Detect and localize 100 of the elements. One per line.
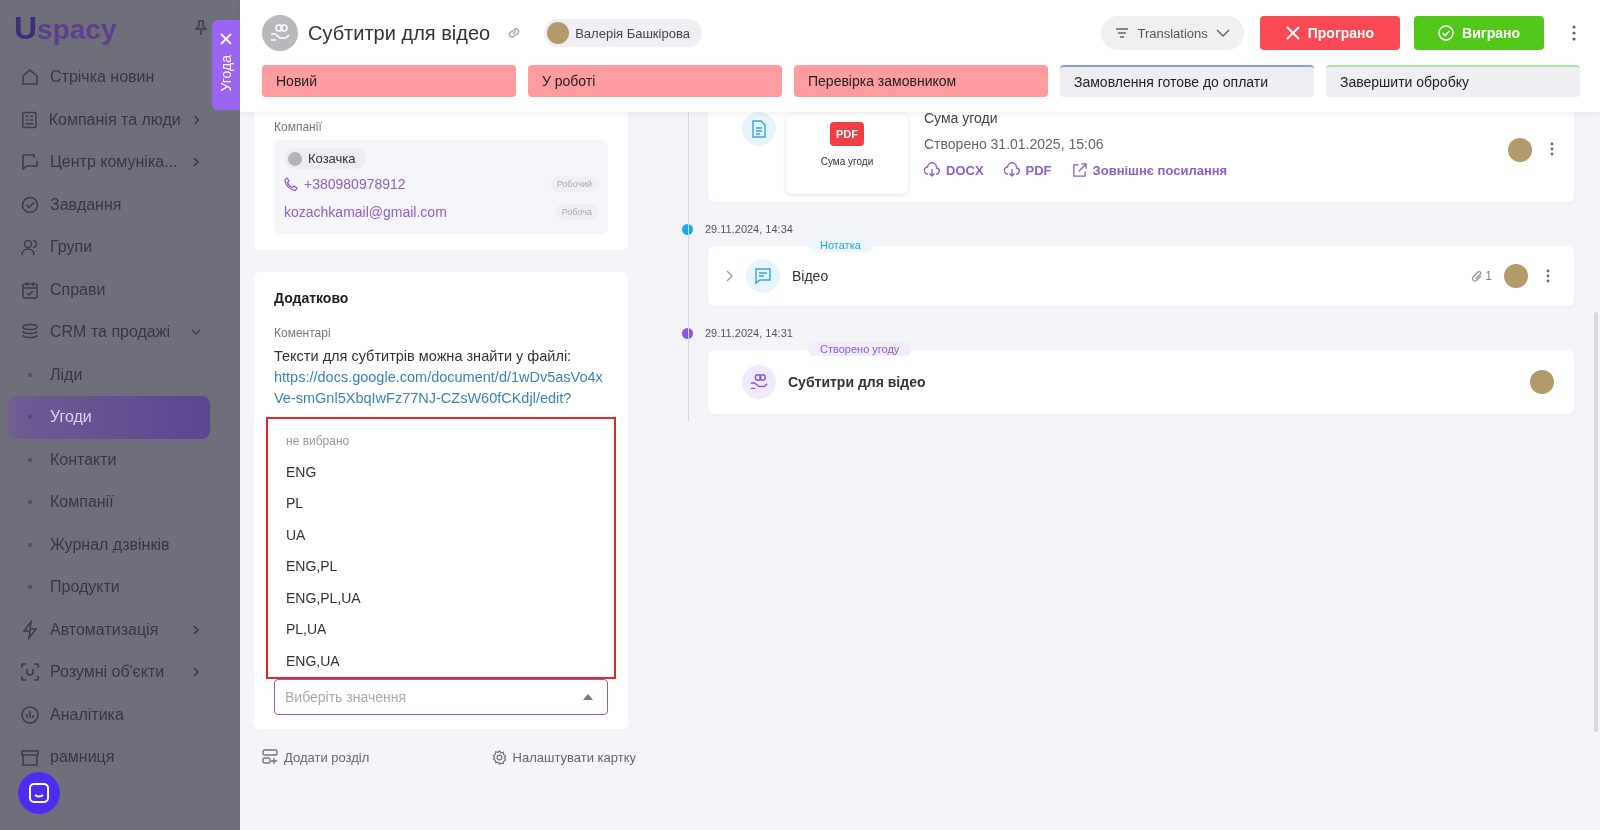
document-action-link[interactable]: DOCX	[924, 162, 984, 178]
nav-label: CRM та продажі	[50, 323, 171, 342]
document-title: Сума угоди	[924, 110, 999, 126]
stage-button[interactable]: Перевірка замовником	[794, 65, 1048, 97]
dropdown-option[interactable]: ENG	[268, 456, 614, 488]
nav-item[interactable]: Групи	[8, 226, 210, 269]
event-tag: Нотатка	[808, 238, 873, 252]
stage-button[interactable]: Завершити обробку	[1326, 65, 1580, 97]
comment-text: Тексти для субтитрів можна знайти у файлі:	[274, 346, 573, 366]
nav-label: Аналітика	[50, 705, 125, 724]
nav-item[interactable]: Компанія та люди	[8, 98, 210, 141]
nav-label: Стрічка новин	[50, 68, 156, 87]
nav-subitem[interactable]: Журнал дзвінків	[8, 523, 210, 566]
email-link[interactable]: kozachkamail@gmail.com	[284, 203, 447, 220]
avatar	[547, 22, 570, 44]
note-title: Відео	[792, 268, 829, 284]
nav-subitem[interactable]: Угоди	[8, 396, 210, 439]
timeline-date: 29.11.2024, 14:31	[705, 327, 793, 339]
document-action-link[interactable]: PDF	[1003, 162, 1052, 178]
timeline-date: 29.11.2024, 14:34	[705, 223, 793, 235]
more-icon[interactable]	[1546, 269, 1550, 283]
stage-button[interactable]: Новий	[262, 65, 516, 97]
home-icon	[20, 67, 40, 88]
nav-label: рамниця	[50, 748, 116, 767]
nav-item[interactable]: Справи	[8, 268, 210, 311]
close-icon[interactable]	[220, 33, 232, 45]
nav-item[interactable]: Завдання	[8, 183, 210, 226]
dropdown-option[interactable]: UA	[268, 519, 614, 551]
nav-item[interactable]: Центр комуніка...	[8, 141, 210, 184]
check-circle-icon	[1438, 25, 1455, 41]
footer-action[interactable]: Додати розділ	[262, 749, 370, 765]
attachment-count: 1	[1471, 269, 1492, 283]
add-section-icon	[262, 749, 278, 765]
side-tab-label: Угода	[218, 55, 234, 92]
bolt-icon	[20, 619, 40, 640]
document-link[interactable]: https://docs.google.com/document/d/1wDv5asVo4xVe-smGnl5XbqIwFz77NJ-CZsW60fCKdjl/edit?	[274, 366, 608, 409]
stage-button[interactable]: Замовлення готове до оплати	[1060, 65, 1314, 97]
nav-item[interactable]: рамниця	[8, 736, 210, 779]
nav-label: Компанія та люди	[48, 110, 181, 129]
dropdown-option[interactable]: PL,UA	[268, 614, 614, 646]
nav-label: Центр комуніка...	[50, 153, 179, 172]
deal-title: Субтитри для відео	[788, 374, 926, 390]
dropdown-option[interactable]: не вибрано	[268, 428, 614, 457]
deal-title: Субтитри для відео	[308, 21, 491, 45]
nav-label: Автоматизація	[50, 620, 160, 639]
phone-icon	[284, 176, 298, 191]
store-icon	[20, 747, 40, 768]
nav-subitem[interactable]: Компанії	[8, 481, 210, 524]
nav-label: Групи	[50, 238, 94, 257]
pin-icon[interactable]	[194, 20, 208, 36]
nav-subitem[interactable]: Ліди	[8, 353, 210, 396]
thumbnail-caption: Сума угоди	[820, 156, 874, 167]
more-icon[interactable]	[1550, 142, 1554, 156]
users-icon	[20, 237, 40, 258]
nav-item[interactable]: Стрічка новин	[8, 56, 210, 99]
pdf-badge: PDF	[830, 122, 864, 146]
chevron-icon[interactable]	[724, 270, 734, 282]
scan-icon	[20, 662, 40, 683]
nav-label: Розумні об'єкти	[50, 663, 166, 682]
nav-item[interactable]: Аналітика	[8, 693, 210, 736]
download-icon	[1003, 162, 1020, 178]
close-icon	[1285, 26, 1300, 40]
chat-icon	[28, 782, 50, 804]
company-chip[interactable]: Козачка	[284, 148, 366, 169]
footer-action[interactable]: Налаштувати картку	[491, 749, 636, 765]
side-tab[interactable]: Угода	[212, 20, 240, 110]
more-icon[interactable]	[1572, 25, 1576, 41]
contact-type-tag: Робочий	[550, 175, 598, 192]
chart-icon	[20, 704, 40, 725]
lost-button[interactable]: Програно	[1259, 16, 1401, 50]
nav-item[interactable]: Розумні об'єкти	[8, 651, 210, 694]
handshake-icon	[742, 365, 776, 399]
nav-label: Справи	[50, 280, 107, 299]
section-label: Компанії	[274, 120, 323, 134]
owner-chip[interactable]: Валерія Башкірова	[544, 19, 702, 47]
phone-link[interactable]: +380980978912	[284, 175, 406, 192]
avatar	[1530, 370, 1554, 394]
pipeline-dropdown[interactable]: Translations	[1101, 16, 1244, 50]
document-thumbnail[interactable]: PDF Сума угоди	[786, 114, 908, 194]
stage-button[interactable]: У роботі	[528, 65, 782, 97]
event-tag: Створено угоду	[808, 342, 912, 356]
nav-subitem[interactable]: Продукти	[8, 566, 210, 609]
contact-type-tag: Робоча	[555, 203, 598, 220]
document-action-link[interactable]: Зовнішнє посилання	[1071, 162, 1228, 178]
nav-item[interactable]: CRM та продажі	[8, 311, 210, 354]
dropdown-option[interactable]: PL	[268, 488, 614, 520]
chat-button[interactable]	[18, 772, 60, 814]
document-icon	[742, 112, 776, 146]
note-icon	[746, 259, 780, 293]
field-label: Коментарі	[274, 325, 332, 340]
dropdown-option[interactable]: ENG,PL	[268, 551, 614, 583]
dropdown-option[interactable]: ENG,PL,UA	[268, 582, 614, 614]
dropdown-option[interactable]: ENG,UA	[268, 645, 614, 677]
handshake-icon	[269, 22, 291, 44]
nav-item[interactable]: Автоматизація	[8, 608, 210, 651]
avatar	[1504, 264, 1528, 288]
nav-subitem[interactable]: Контакти	[8, 438, 210, 481]
download-icon	[924, 162, 940, 178]
chat-icon	[20, 152, 40, 173]
select-field[interactable]: Виберіть значення	[274, 679, 608, 715]
